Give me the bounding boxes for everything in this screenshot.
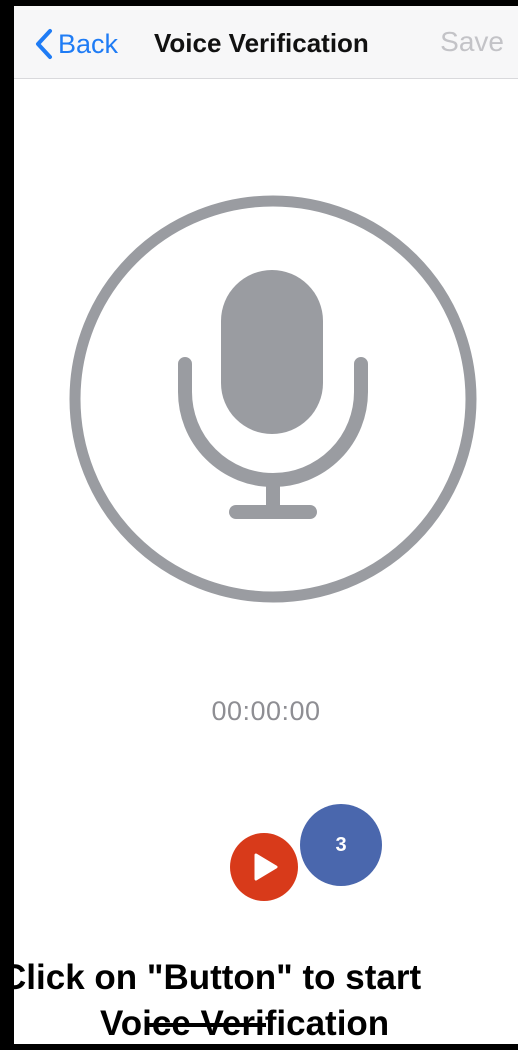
page-title: Voice Verification xyxy=(154,28,369,58)
floating-count-badge[interactable]: 3 xyxy=(300,804,382,886)
play-icon xyxy=(254,853,278,881)
save-button[interactable]: Save xyxy=(440,26,504,58)
navigation-bar: Back Voice Verification Save xyxy=(14,6,518,79)
play-button[interactable] xyxy=(230,833,298,901)
instruction-caption-line1: Click on "Button" to start xyxy=(1,958,422,997)
caption-strike-divider xyxy=(146,1023,266,1027)
app-screen: Back Voice Verification Save 00:00:00 3 xyxy=(14,6,518,1044)
back-label: Back xyxy=(58,28,119,59)
microphone-icon xyxy=(69,195,477,603)
microphone-record-button[interactable] xyxy=(68,194,478,604)
recording-timer: 00:00:00 xyxy=(211,696,321,726)
back-button[interactable]: Back xyxy=(34,24,118,64)
chevron-left-icon xyxy=(34,28,54,60)
